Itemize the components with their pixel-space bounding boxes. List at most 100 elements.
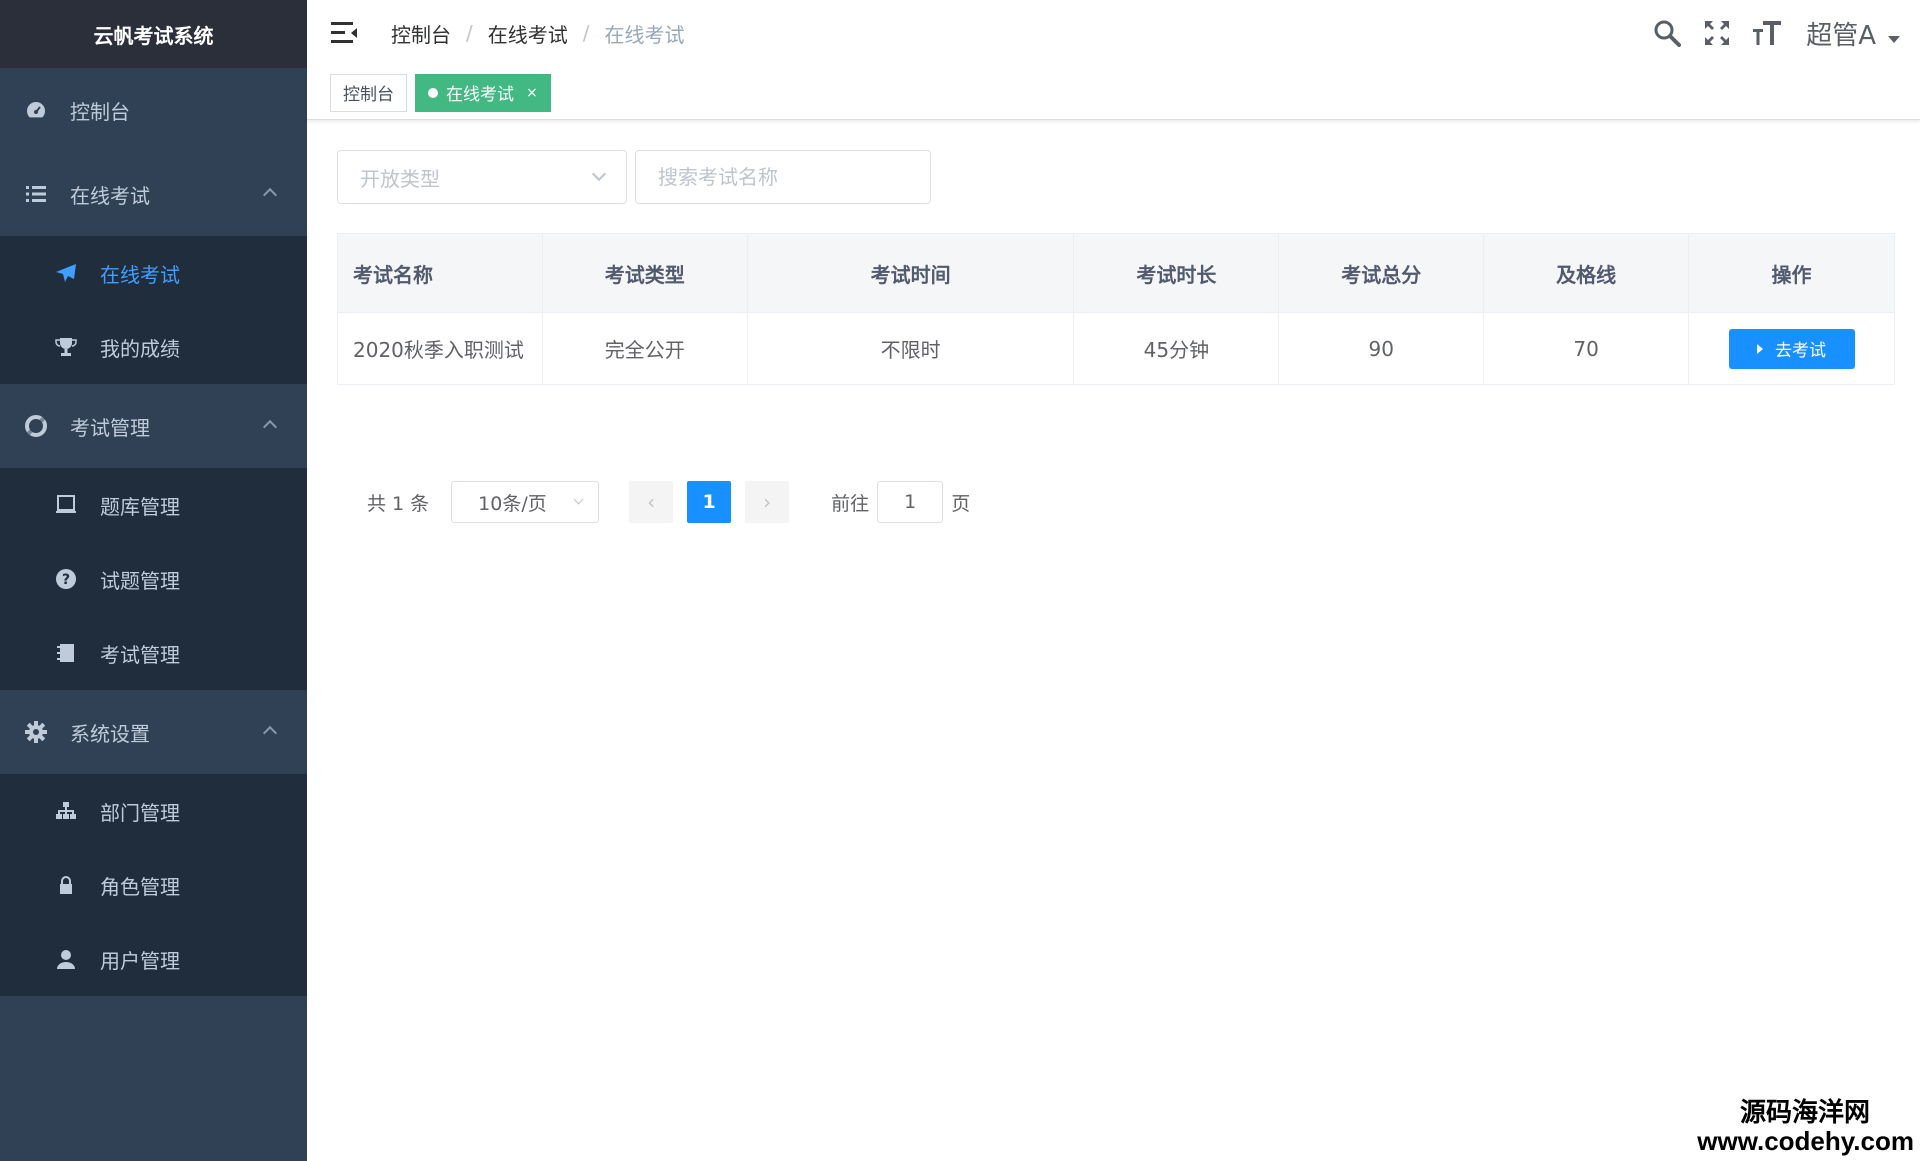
sidebar-item-dashboard[interactable]: 控制台 [0, 68, 307, 152]
page-size-select[interactable]: 10条/页 [451, 481, 600, 523]
tag-label: 在线考试 [446, 85, 514, 105]
watermark-line2: www.codehy.com [1697, 1125, 1914, 1156]
right-menu: 超管A [1634, 0, 1900, 66]
sidebar-item-label: 部门管理 [100, 800, 180, 825]
search-icon[interactable] [1650, 16, 1684, 50]
breadcrumb-current: 在线考试 [604, 22, 685, 47]
sidebar-item-user[interactable]: 用户管理 [0, 922, 307, 996]
caret-right-icon [1757, 343, 1763, 354]
sidebar-group-exam-management[interactable]: 考试管理 [0, 384, 307, 468]
sidebar-item-label: 用户管理 [100, 948, 180, 973]
watermark-line1: 源码海洋网 [1739, 1098, 1870, 1129]
sidebar: 云帆考试系统 控制台 在线考试 在线考试 我的成绩 考试管理 题库管理 ? 试题… [0, 0, 307, 1161]
chevron-down-icon [573, 494, 584, 505]
exam-table: 考试名称 考试类型 考试时间 考试时长 考试总分 及格线 操作 2020秋季入职… [337, 233, 1895, 385]
breadcrumb-separator: / [582, 21, 590, 45]
username: 超管A [1806, 20, 1876, 51]
prev-page-button[interactable]: ‹ [629, 481, 674, 523]
tag-label: 控制台 [343, 85, 394, 105]
table-header-row: 考试名称 考试类型 考试时间 考试时长 考试总分 及格线 操作 [337, 233, 1895, 313]
fullscreen-icon[interactable] [1700, 16, 1734, 50]
sidebar-item-question-bank[interactable]: 题库管理 [0, 468, 307, 542]
open-type-placeholder: 开放类型 [360, 166, 440, 191]
total-count: 共 1 条 [367, 492, 430, 515]
navbar: 控制台 / 在线考试 / 在线考试 超管A [307, 0, 1920, 66]
app-title: 云帆考试系统 [0, 0, 307, 68]
chevron-up-icon [262, 419, 278, 435]
column-header: 及格线 [1483, 233, 1689, 313]
cell-exam-time: 不限时 [746, 312, 1075, 385]
gear-icon [24, 720, 48, 744]
column-header: 操作 [1688, 233, 1895, 313]
column-header: 考试总分 [1278, 233, 1485, 313]
sidebar-item-exam-management[interactable]: 考试管理 [0, 616, 307, 690]
submenu-system-settings: 部门管理 角色管理 用户管理 [0, 774, 307, 996]
sidebar-group-online-exam[interactable]: 在线考试 [0, 152, 307, 236]
page-size-value: 10条/页 [478, 492, 547, 515]
svg-text:?: ? [62, 572, 70, 588]
cell-exam-name: 2020秋季入职测试 [337, 312, 543, 385]
sidebar-item-label: 考试管理 [100, 642, 180, 667]
column-header: 考试时间 [746, 233, 1075, 313]
pagination: 共 1 条 10条/页 ‹ 1 › 前往 页 [367, 481, 970, 523]
tag-online-exam[interactable]: 在线考试 × [415, 73, 551, 112]
take-exam-label: 去考试 [1775, 341, 1826, 360]
breadcrumb-dashboard[interactable]: 控制台 [391, 19, 451, 48]
tag-dashboard[interactable]: 控制台 [330, 73, 407, 112]
goto-page-input[interactable] [877, 481, 944, 523]
goto-label: 前往 [831, 492, 870, 515]
search-input[interactable] [635, 150, 931, 204]
cell-total-score: 90 [1278, 312, 1485, 385]
lock-icon [54, 873, 78, 897]
font-size-icon[interactable] [1750, 16, 1784, 50]
column-header: 考试名称 [337, 233, 543, 313]
chevron-up-icon [262, 187, 278, 203]
sidebar-group-system-settings[interactable]: 系统设置 [0, 690, 307, 774]
submenu-exam-management: 题库管理 ? 试题管理 考试管理 [0, 468, 307, 690]
cell-action: 去考试 [1688, 312, 1895, 385]
life-ring-icon [24, 414, 48, 438]
sidebar-item-online-exam[interactable]: 在线考试 [0, 236, 307, 310]
table-row: 2020秋季入职测试 完全公开 不限时 45分钟 90 70 去考试 [337, 312, 1895, 385]
sidebar-item-label: 角色管理 [100, 874, 180, 899]
page-suffix: 页 [951, 492, 971, 515]
trophy-icon [54, 335, 78, 359]
question-icon: ? [54, 567, 78, 591]
sidebar-item-label: 试题管理 [100, 568, 180, 593]
notebook-icon [54, 641, 78, 665]
user-icon [54, 947, 78, 971]
open-type-select[interactable]: 开放类型 [337, 150, 627, 204]
list-icon [24, 182, 48, 206]
sidebar-item-role[interactable]: 角色管理 [0, 848, 307, 922]
sidebar-item-label: 题库管理 [100, 494, 180, 519]
cell-exam-type: 完全公开 [541, 312, 748, 385]
book-icon [54, 493, 78, 517]
cell-exam-duration: 45分钟 [1073, 312, 1280, 385]
next-page-button[interactable]: › [745, 481, 790, 523]
breadcrumb-online-exam[interactable]: 在线考试 [488, 19, 568, 48]
sidebar-item-label: 在线考试 [100, 262, 180, 287]
breadcrumb-separator: / [466, 21, 473, 45]
sidebar-group-label: 考试管理 [70, 415, 150, 440]
sidebar-item-my-scores[interactable]: 我的成绩 [0, 310, 307, 384]
cell-pass-line: 70 [1483, 312, 1689, 385]
chevron-up-icon [262, 725, 278, 741]
take-exam-button[interactable]: 去考试 [1728, 328, 1855, 369]
sidebar-group-label: 在线考试 [70, 183, 150, 208]
hamburger-icon[interactable] [331, 22, 357, 44]
column-header: 考试时长 [1073, 233, 1280, 313]
sidebar-item-question-management[interactable]: ? 试题管理 [0, 542, 307, 616]
filter-bar: 开放类型 [337, 150, 931, 204]
caret-down-icon [1888, 35, 1900, 43]
close-icon[interactable]: × [526, 85, 538, 101]
user-dropdown[interactable]: 超管A [1806, 15, 1900, 52]
dashboard-icon [24, 98, 48, 122]
sidebar-item-department[interactable]: 部门管理 [0, 774, 307, 848]
active-dot-icon [428, 87, 438, 98]
page-number-1[interactable]: 1 [687, 481, 732, 523]
tags-view: 控制台 在线考试 × [307, 66, 1920, 120]
breadcrumb: 控制台 / 在线考试 / 在线考试 [391, 19, 685, 48]
sidebar-group-label: 系统设置 [70, 721, 150, 746]
sidebar-item-label: 我的成绩 [100, 336, 180, 361]
sitemap-icon [54, 799, 78, 823]
